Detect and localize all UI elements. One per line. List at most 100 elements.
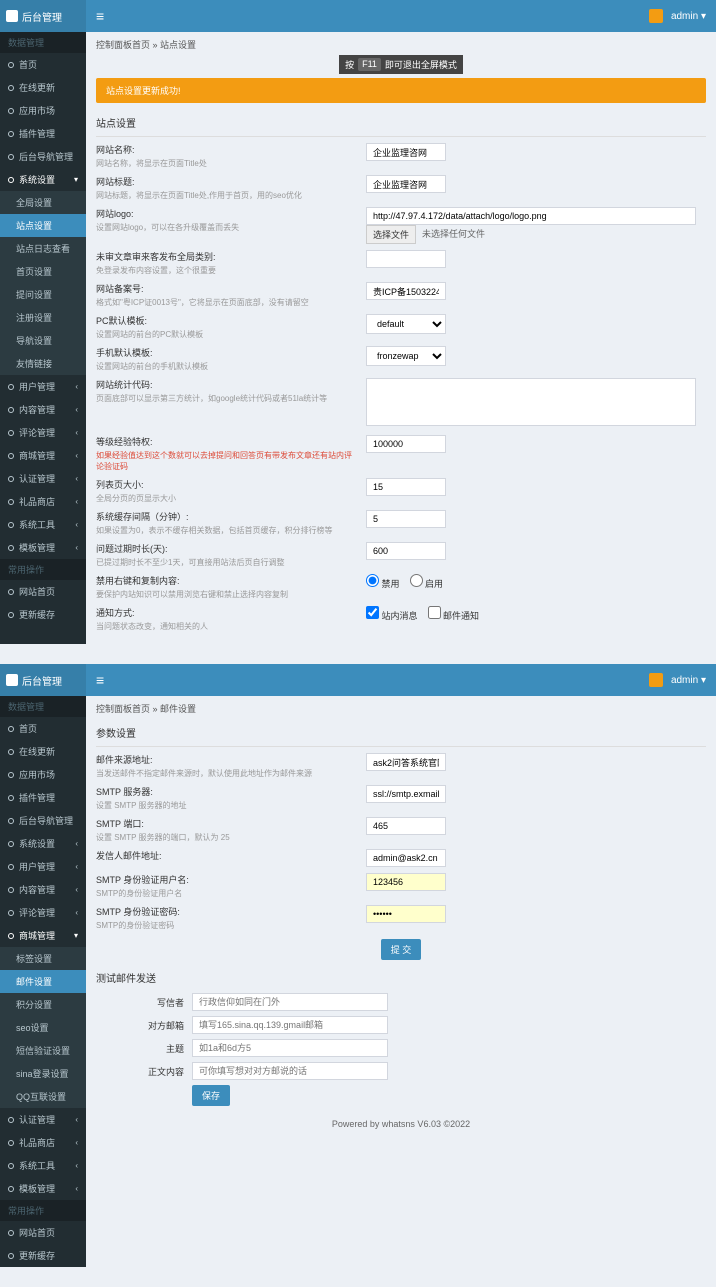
logo[interactable]: 后台管理 [0, 664, 86, 696]
nav-giftshop[interactable]: 商城管理▾ [0, 924, 86, 947]
input-sitename[interactable] [366, 143, 446, 161]
sidebar-header2: 常用操作 [0, 1200, 86, 1221]
user-menu[interactable]: admin ▾ [671, 675, 706, 686]
nav-online[interactable]: 在线更新 [0, 76, 86, 99]
nav-giftshop[interactable]: 商城管理‹ [0, 444, 86, 467]
nav-tpl[interactable]: 模板管理‹ [0, 536, 86, 559]
nav-qq[interactable]: QQ互联设置 [0, 1085, 86, 1108]
nav-user[interactable]: 用户管理‹ [0, 375, 86, 398]
nav-websetting[interactable]: 网站首页 [0, 580, 86, 603]
nav-home[interactable]: 首页 [0, 717, 86, 740]
input-body[interactable] [192, 1062, 388, 1080]
input-expire[interactable] [366, 542, 446, 560]
input-qa[interactable] [366, 250, 446, 268]
nav-tool[interactable]: 系统工具‹ [0, 1154, 86, 1177]
nav-gift[interactable]: 礼品商店‹ [0, 490, 86, 513]
nav-sms[interactable]: 短信验证设置 [0, 1039, 86, 1062]
nav-system[interactable]: 系统设置‹ [0, 832, 86, 855]
nav-content[interactable]: 内容管理‹ [0, 878, 86, 901]
nav-ask[interactable]: 提问设置 [0, 283, 86, 306]
input-sitetitle[interactable] [366, 175, 446, 193]
nav-tag[interactable]: 标签设置 [0, 947, 86, 970]
nav-market[interactable]: 应用市场 [0, 763, 86, 786]
nav-websetting[interactable]: 网站首页 [0, 1221, 86, 1244]
caret-down-icon: ▾ [74, 931, 78, 940]
input-logo-url[interactable] [366, 207, 696, 225]
notification-icon[interactable] [649, 9, 663, 23]
input-exp[interactable] [366, 435, 446, 453]
nav-nav[interactable]: 导航设置 [0, 329, 86, 352]
nav-market[interactable]: 应用市场 [0, 99, 86, 122]
screenshot-2: 后台管理 ≡ admin ▾ 数据管理 首页 在线更新 应用市场 插件管理 后台… [0, 664, 716, 1267]
input-authpass[interactable] [366, 905, 446, 923]
radio-copy-enable[interactable]: 启用 [410, 579, 444, 589]
input-cache[interactable] [366, 510, 446, 528]
nav-refresh[interactable]: 更新缓存 [0, 603, 86, 626]
nav-refresh[interactable]: 更新缓存 [0, 1244, 86, 1267]
label-authuser: SMTP 身份验证用户名: [96, 873, 356, 886]
nav-home[interactable]: 首页 [0, 53, 86, 76]
dot-icon [8, 726, 14, 732]
nav-reg[interactable]: 注册设置 [0, 306, 86, 329]
nav-tool[interactable]: 系统工具‹ [0, 513, 86, 536]
sidebar-header2: 常用操作 [0, 559, 86, 580]
nav-plugin[interactable]: 插件管理 [0, 786, 86, 809]
breadcrumb: 控制面板首页 » 邮件设置 [96, 702, 706, 715]
nav-sina[interactable]: sina登录设置 [0, 1062, 86, 1085]
save-button[interactable]: 保存 [192, 1085, 230, 1106]
nav-frontnav[interactable]: 后台导航管理 [0, 809, 86, 832]
input-icp[interactable] [366, 282, 446, 300]
label-cache: 系统缓存间隔（分钟）: [96, 510, 356, 523]
nav-tpl[interactable]: 模板管理‹ [0, 1177, 86, 1200]
submit-button[interactable]: 提 交 [381, 939, 422, 960]
nav-global[interactable]: 全局设置 [0, 191, 86, 214]
notification-icon[interactable] [649, 673, 663, 687]
nav-site[interactable]: 站点设置 [0, 214, 86, 237]
nav-seo[interactable]: seo设置 [0, 1016, 86, 1039]
dot-icon [8, 108, 14, 114]
success-banner: 站点设置更新成功! [96, 78, 706, 103]
fullscreen-tip: 按F11即可退出全屏模式 [339, 55, 463, 74]
nav-plugin[interactable]: 插件管理 [0, 122, 86, 145]
input-authuser[interactable] [366, 873, 446, 891]
nav-online[interactable]: 在线更新 [0, 740, 86, 763]
input-smtpport[interactable] [366, 817, 446, 835]
nav-comment[interactable]: 评论管理‹ [0, 421, 86, 444]
nav-gift[interactable]: 礼品商店‹ [0, 1131, 86, 1154]
nav-cert[interactable]: 认证管理‹ [0, 1108, 86, 1131]
label-pctpl: PC默认模板: [96, 314, 356, 327]
sidebar: 数据管理 首页 在线更新 应用市场 插件管理 后台导航管理 系统设置‹ 用户管理… [0, 696, 86, 1267]
nav-frontnav[interactable]: 后台导航管理 [0, 145, 86, 168]
checkbox-notify-msg[interactable]: 站内消息 [366, 611, 418, 621]
nav-point[interactable]: 积分设置 [0, 993, 86, 1016]
label-smtpserver: SMTP 服务器: [96, 785, 356, 798]
nav-content[interactable]: 内容管理‹ [0, 398, 86, 421]
radio-copy-disable[interactable]: 禁用 [366, 579, 400, 589]
nav-user[interactable]: 用户管理‹ [0, 855, 86, 878]
select-pctpl[interactable]: default [366, 314, 446, 334]
nav-system[interactable]: 系统设置▾ [0, 168, 86, 191]
hamburger-icon[interactable]: ≡ [86, 672, 114, 688]
input-writer[interactable] [192, 993, 388, 1011]
logo[interactable]: 后台管理 [0, 0, 86, 32]
input-list[interactable] [366, 478, 446, 496]
select-mobiletpl[interactable]: fronzewap [366, 346, 446, 366]
input-sender[interactable] [366, 849, 446, 867]
nav-cert[interactable]: 认证管理‹ [0, 467, 86, 490]
input-from[interactable] [366, 753, 446, 771]
user-menu[interactable]: admin ▾ [671, 11, 706, 22]
dot-icon [8, 818, 14, 824]
file-select-button[interactable]: 选择文件 [366, 225, 416, 244]
nav-comment[interactable]: 评论管理‹ [0, 901, 86, 924]
label-logo: 网站logo: [96, 207, 356, 220]
nav-link[interactable]: 友情链接 [0, 352, 86, 375]
nav-sitelog[interactable]: 站点日志查看 [0, 237, 86, 260]
input-subj[interactable] [192, 1039, 388, 1057]
input-smtpserver[interactable] [366, 785, 446, 803]
checkbox-notify-mail[interactable]: 邮件通知 [428, 611, 480, 621]
textarea-stat[interactable] [366, 378, 696, 426]
nav-home2[interactable]: 首页设置 [0, 260, 86, 283]
input-to[interactable] [192, 1016, 388, 1034]
nav-mail[interactable]: 邮件设置 [0, 970, 86, 993]
hamburger-icon[interactable]: ≡ [86, 8, 114, 24]
